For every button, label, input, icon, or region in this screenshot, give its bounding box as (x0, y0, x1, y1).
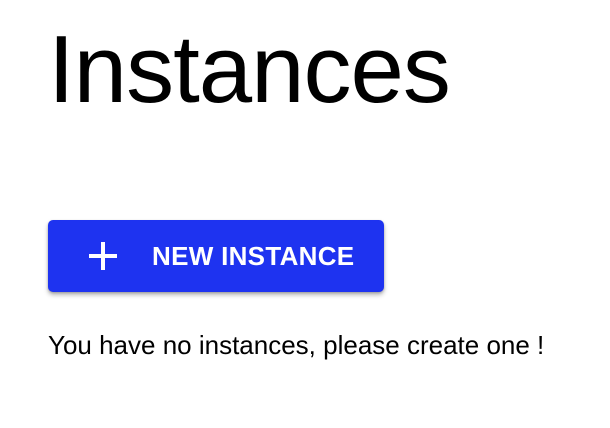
empty-state-message: You have no instances, please create one… (48, 330, 545, 360)
new-instance-button[interactable]: NEW INSTANCE (48, 220, 384, 292)
plus-icon (89, 242, 117, 270)
instances-page: Instances NEW INSTANCE You have no insta… (0, 0, 610, 428)
page-title: Instances (48, 16, 451, 123)
new-instance-label: NEW INSTANCE (152, 241, 355, 271)
